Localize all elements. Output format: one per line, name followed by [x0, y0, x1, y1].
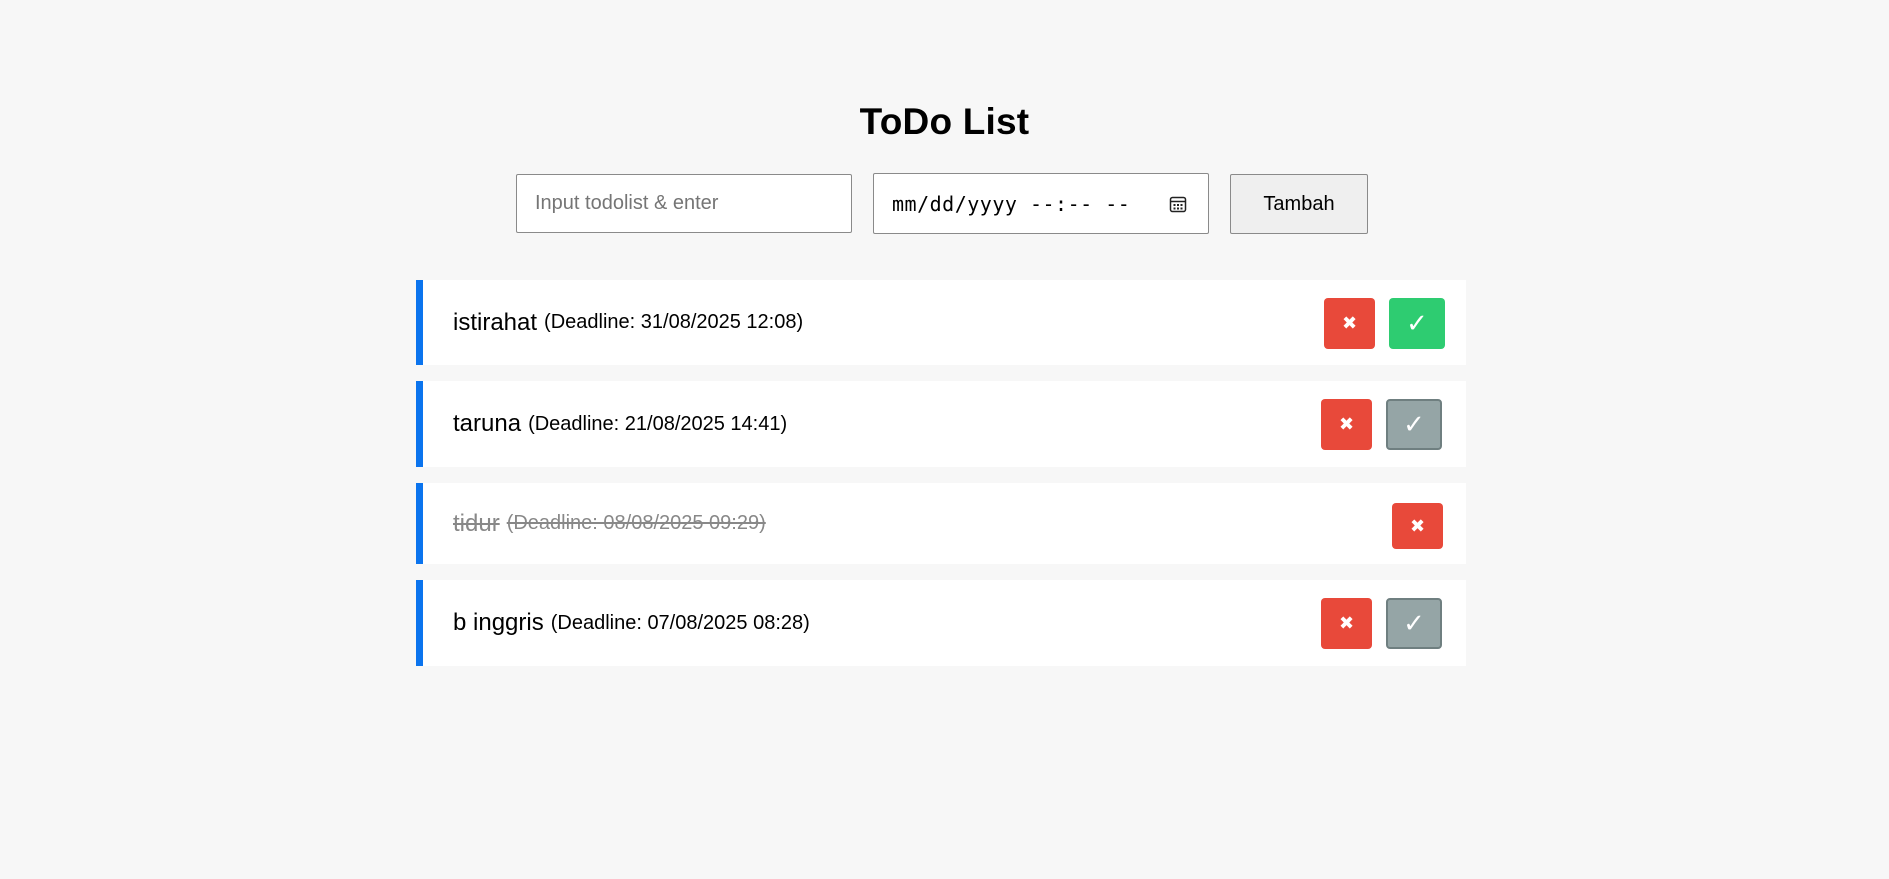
delete-button[interactable]: ✖: [1392, 503, 1443, 549]
delete-button[interactable]: ✖: [1321, 399, 1372, 450]
complete-button[interactable]: ✓: [1386, 399, 1442, 450]
calendar-icon[interactable]: [1168, 194, 1188, 214]
close-icon: ✖: [1338, 613, 1355, 634]
todo-item: b inggris (Deadline: 07/08/2025 08:28) ✖…: [416, 580, 1466, 666]
checkmark-icon: ✓: [1406, 308, 1428, 339]
todo-item: istirahat (Deadline: 31/08/2025 12:08) ✖…: [416, 280, 1466, 365]
todo-text: istirahat (Deadline: 31/08/2025 12:08): [453, 280, 803, 365]
task-name: istirahat: [453, 308, 538, 336]
task-deadline: (Deadline: 31/08/2025 12:08): [544, 311, 804, 333]
task-deadline: (Deadline: 07/08/2025 08:28): [550, 611, 810, 634]
deadline-datetime-input[interactable]: mm/dd/yyyy --:-- --: [873, 173, 1209, 234]
task-name: taruna: [453, 410, 522, 437]
datetime-placeholder: mm/dd/yyyy --:-- --: [892, 192, 1131, 216]
delete-button[interactable]: ✖: [1321, 598, 1372, 649]
add-button[interactable]: Tambah: [1230, 174, 1368, 234]
close-icon: ✖: [1338, 414, 1355, 435]
checkmark-icon: ✓: [1403, 409, 1425, 440]
todo-text: tidur (Deadline: 08/08/2025 09:29): [453, 483, 766, 564]
checkmark-icon: ✓: [1403, 608, 1425, 639]
complete-button[interactable]: ✓: [1389, 298, 1445, 349]
close-icon: ✖: [1409, 515, 1426, 537]
todo-text: taruna (Deadline: 21/08/2025 14:41): [453, 381, 787, 467]
todo-input[interactable]: [516, 174, 852, 233]
close-icon: ✖: [1341, 313, 1358, 334]
task-name: tidur: [453, 509, 500, 537]
todo-item: taruna (Deadline: 21/08/2025 14:41) ✖ ✓: [416, 381, 1466, 467]
task-deadline: (Deadline: 08/08/2025 09:29): [506, 512, 766, 534]
task-name: b inggris: [453, 609, 544, 636]
complete-button[interactable]: ✓: [1386, 598, 1442, 649]
todo-text: b inggris (Deadline: 07/08/2025 08:28): [453, 580, 810, 666]
delete-button[interactable]: ✖: [1324, 298, 1375, 349]
todo-item-completed: tidur (Deadline: 08/08/2025 09:29) ✖: [416, 483, 1466, 564]
page-title: ToDo List: [859, 101, 1030, 142]
task-deadline: (Deadline: 21/08/2025 14:41): [528, 412, 788, 435]
